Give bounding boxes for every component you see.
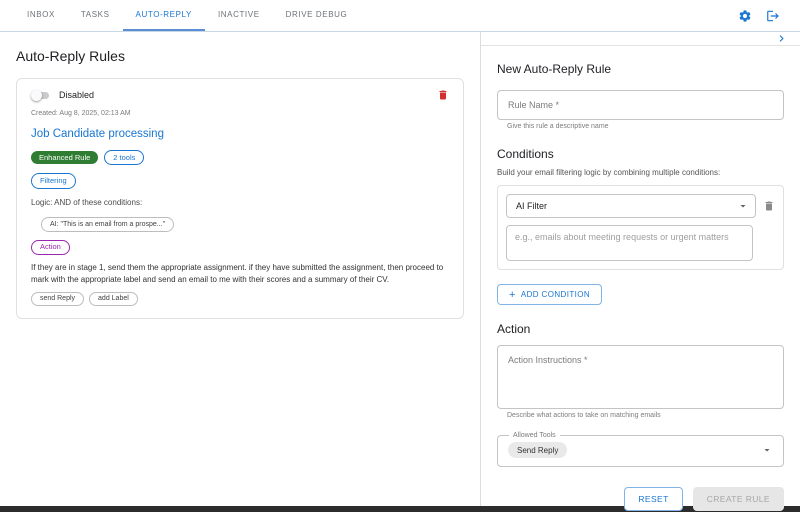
new-rule-form-panel: New Auto-Reply Rule Give this rule a des… <box>481 32 800 511</box>
main-area: Auto-Reply Rules Disabled Created: Aug 8… <box>0 32 800 511</box>
action-section-chip: Action <box>31 239 70 255</box>
create-rule-button[interactable]: CREATE RULE <box>692 487 784 511</box>
delete-rule-icon[interactable] <box>437 89 449 101</box>
action-heading: Action <box>497 322 531 336</box>
rule-enabled-toggle[interactable]: Disabled <box>31 89 94 101</box>
settings-gear-icon[interactable] <box>738 9 752 23</box>
condition-summary-chip: AI: "This is an email from a prospe..." <box>41 217 175 232</box>
action-instructions-input[interactable] <box>497 345 784 409</box>
tab-inactive[interactable]: INACTIVE <box>205 0 273 31</box>
rule-name-helper: Give this rule a descriptive name <box>507 123 609 130</box>
conditions-heading: Conditions <box>497 147 554 161</box>
logic-description: Logic: AND of these conditions: <box>31 197 143 207</box>
toggle-label: Disabled <box>59 90 95 100</box>
tab-auto-reply[interactable]: AUTO-REPLY <box>122 0 205 31</box>
rule-created-timestamp: Created: Aug 8, 2025, 02:13 AM <box>31 110 131 117</box>
tool-chip-send-reply: send Reply <box>31 291 85 307</box>
tool-chip-add-label: add Label <box>89 291 138 307</box>
action-helper: Describe what actions to take on matchin… <box>507 412 661 419</box>
collapse-panel-chevron-icon[interactable] <box>775 32 788 45</box>
main-tabs: INBOX TASKS AUTO-REPLY INACTIVE DRIVE DE… <box>14 0 360 31</box>
condition-value-input[interactable] <box>506 225 753 261</box>
tab-inbox[interactable]: INBOX <box>14 0 68 31</box>
form-title: New Auto-Reply Rule <box>497 62 612 76</box>
dropdown-caret-icon <box>764 449 770 452</box>
app-top-bar: INBOX TASKS AUTO-REPLY INACTIVE DRIVE DE… <box>0 0 800 32</box>
plus-icon: + <box>509 288 516 301</box>
rule-name-link[interactable]: Job Candidate processing <box>31 128 449 140</box>
enhanced-rule-badge: Enhanced Rule <box>31 151 99 165</box>
conditions-caption: Build your email filtering logic by comb… <box>497 168 721 177</box>
logout-icon[interactable] <box>766 9 780 23</box>
allowed-tools-label: Allowed Tools <box>513 432 556 439</box>
condition-type-value: AI Filter <box>516 201 548 211</box>
condition-row-card: AI Filter <box>497 185 784 270</box>
remove-condition-icon[interactable] <box>763 200 775 212</box>
add-condition-label: ADD CONDITION <box>520 290 591 299</box>
rules-list-panel: Auto-Reply Rules Disabled Created: Aug 8… <box>0 32 481 506</box>
action-instructions-text: If they are in stage 1, send them the ap… <box>31 262 444 285</box>
rule-name-input[interactable] <box>497 90 784 120</box>
allowed-tools-select[interactable]: Allowed Tools Send Reply <box>497 432 784 467</box>
panel-collapse-strip <box>481 32 800 46</box>
rule-card: Disabled Created: Aug 8, 2025, 02:13 AM … <box>16 78 464 320</box>
page-title: Auto-Reply Rules <box>16 48 125 64</box>
tab-tasks[interactable]: TASKS <box>68 0 123 31</box>
toggle-switch-icon[interactable] <box>31 89 51 101</box>
reset-button[interactable]: RESET <box>624 487 683 511</box>
add-condition-button[interactable]: + ADD CONDITION <box>497 284 603 305</box>
allowed-tool-chip[interactable]: Send Reply <box>508 442 568 458</box>
filtering-section-chip: Filtering <box>31 173 76 189</box>
condition-type-select[interactable]: AI Filter <box>506 194 756 218</box>
tab-drive-debug[interactable]: DRIVE DEBUG <box>273 0 361 31</box>
dropdown-caret-icon <box>740 205 746 208</box>
tools-count-badge: 2 tools <box>104 150 145 166</box>
